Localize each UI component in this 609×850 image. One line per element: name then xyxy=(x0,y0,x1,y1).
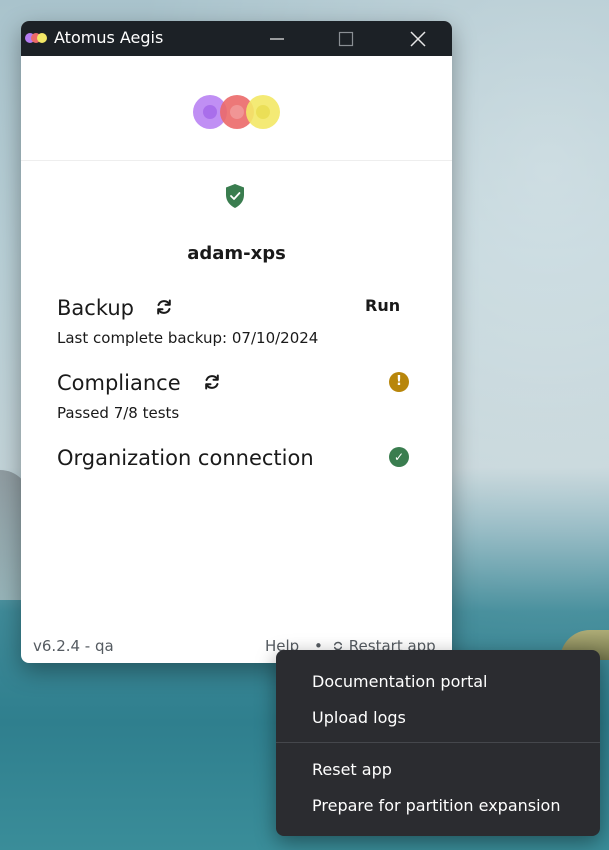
organization-title: Organization connection xyxy=(57,446,314,470)
backup-title: Backup xyxy=(57,296,134,320)
close-icon xyxy=(410,30,426,47)
maximize-button[interactable] xyxy=(323,21,369,56)
version-label: v6.2.4 - qa xyxy=(33,637,114,655)
window-title: Atomus Aegis xyxy=(54,28,164,47)
backup-subtitle: Last complete backup: 07/10/2024 xyxy=(57,329,319,347)
maximize-icon xyxy=(338,31,354,46)
logo-header xyxy=(21,56,452,161)
context-menu: Documentation portal Upload logs Reset a… xyxy=(276,650,600,836)
app-window: Atomus Aegis adam-xps Backup Run Last co… xyxy=(21,21,452,663)
compliance-sync-icon[interactable] xyxy=(202,372,222,392)
minimize-button[interactable] xyxy=(254,21,300,56)
device-name: adam-xps xyxy=(187,243,286,264)
menu-item-prepare-partition-expansion[interactable]: Prepare for partition expansion xyxy=(312,796,560,815)
compliance-warning-icon[interactable]: ! xyxy=(389,372,409,392)
menu-item-reset-app[interactable]: Reset app xyxy=(312,760,392,779)
shield-check-icon xyxy=(226,184,244,208)
organization-check-icon: ✓ xyxy=(389,447,409,467)
menu-separator xyxy=(276,742,600,743)
compliance-subtitle: Passed 7/8 tests xyxy=(57,404,180,422)
app-logo-icon xyxy=(25,31,51,45)
menu-item-upload-logs[interactable]: Upload logs xyxy=(312,708,406,727)
compliance-title: Compliance xyxy=(57,371,181,395)
title-bar[interactable]: Atomus Aegis xyxy=(21,21,452,56)
backup-sync-icon[interactable] xyxy=(154,297,174,317)
close-button[interactable] xyxy=(395,21,441,56)
minimize-icon xyxy=(270,37,284,40)
backup-run-button[interactable]: Run xyxy=(365,296,400,315)
atomus-logo-icon xyxy=(193,95,281,131)
menu-item-documentation-portal[interactable]: Documentation portal xyxy=(312,672,487,691)
